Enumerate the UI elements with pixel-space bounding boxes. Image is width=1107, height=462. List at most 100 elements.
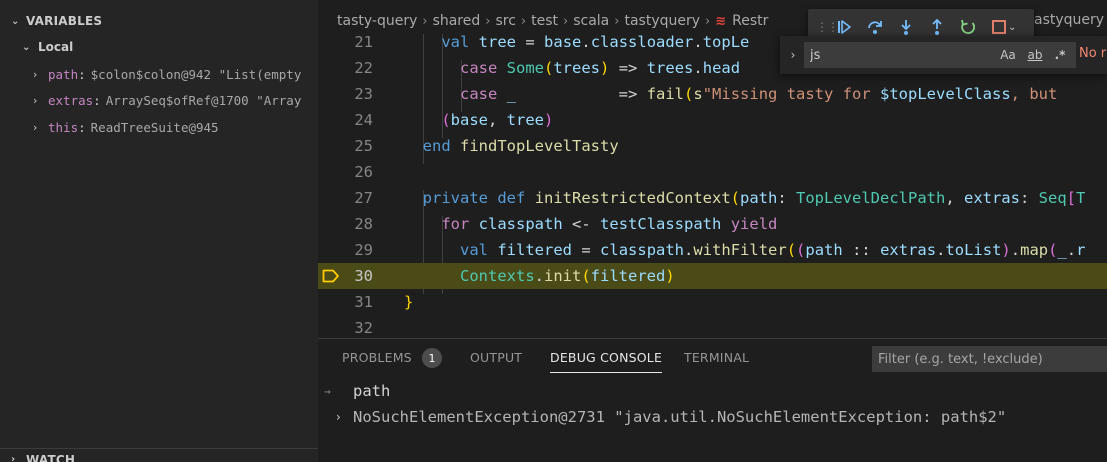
chevron-down-icon[interactable]: ⌄ [1008,22,1016,33]
tab-terminal[interactable]: TERMINAL [684,350,749,365]
line-number: 29 [354,241,373,259]
find-input[interactable] [810,42,990,68]
chevron-right-icon[interactable]: › [336,410,341,424]
whole-word-toggle[interactable]: ab [1024,46,1046,64]
line-number: 27 [354,189,373,207]
code-line: 32 [318,315,1107,338]
line-text: val filtered = classpath.withFilter((pat… [460,241,1086,259]
bottom-panel: PROBLEMS 1 OUTPUT DEBUG CONSOLE TERMINAL… [318,338,1107,462]
find-widget: › Aa ab .* No r [780,36,1107,74]
code-line: 28 for classpath <- testClasspath yield [318,211,1107,237]
line-number: 26 [354,163,373,181]
console-filter-input[interactable] [873,347,1106,371]
code-line: 23 case _ => fail(s"Missing tasty for $t… [318,81,1107,107]
line-number: 22 [354,59,373,77]
line-text: end findTopLevelTasty [422,137,619,155]
variable-row-path[interactable]: › path: $colon$colon@942 "List(empty [33,64,318,84]
tab-debug-console[interactable]: DEBUG CONSOLE [550,350,663,373]
tab-output[interactable]: OUTPUT [470,350,522,365]
variable-value: ArraySeq$ofRef@1700 "Array [105,92,302,108]
breadcrumb-item[interactable]: tastyquery [624,13,700,29]
line-number: 25 [354,137,373,155]
line-number: 23 [354,85,373,103]
problems-count-badge: 1 [422,348,442,368]
breadcrumb-item[interactable]: src [495,13,515,29]
panel-tabs: PROBLEMS 1 OUTPUT DEBUG CONSOLE TERMINAL [318,339,1107,377]
find-result-count: No r [1079,46,1107,61]
tab-problems[interactable]: PROBLEMS [342,350,412,365]
code-line: 24 (base, tree) [318,107,1107,133]
variable-value: ReadTreeSuite@945 [90,119,219,135]
stop-icon [991,20,1006,34]
variable-row-extras[interactable]: › extras: ArraySeq$ofRef@1700 "Array [33,90,318,110]
chevron-right-icon: › [33,67,38,81]
line-number: 31 [354,293,373,311]
line-number: 32 [354,319,373,337]
variable-name: extras [48,92,94,108]
step-out-icon [931,18,942,35]
line-text: val tree = base.classloader.topLe [441,34,750,51]
line-number: 24 [354,111,373,129]
line-text: for classpath <- testClasspath yield [441,215,778,233]
current-stack-frame-arrow-icon[interactable] [322,269,340,283]
console-filter-box [872,346,1107,372]
chevron-down-icon: ⌄ [22,41,31,53]
chevron-right-icon[interactable]: › [786,46,800,64]
chevron-right-icon: › [33,93,38,107]
match-case-toggle[interactable]: Aa [998,46,1018,64]
breadcrumb-item[interactable]: tasty-query [337,13,417,29]
code-editor[interactable]: 21 val tree = base.classloader.topLe 22 … [318,34,1107,338]
variable-name: this [48,119,79,135]
line-text: (base, tree) [441,111,554,129]
regex-toggle[interactable]: .* [1050,46,1070,64]
debug-sidebar: ⌄ VARIABLES ⌄ Local › path: $colon$colon… [0,0,318,462]
breadcrumb-item[interactable]: shared [433,13,481,29]
chevron-right-icon: › [11,454,16,462]
variable-name: path [48,66,79,82]
current-execution-line: 30 Contexts.init(filtered) [318,263,1107,289]
step-into-icon [900,20,911,35]
scope-local[interactable]: ⌄ Local [22,37,73,57]
variable-value: $colon$colon@942 "List(empty [90,66,302,82]
chevron-right-icon: › [485,13,491,29]
console-output-line[interactable]: › NoSuchElementException@2731 "java.util… [318,405,1107,429]
variables-title: VARIABLES [26,14,103,28]
restart-icon [960,19,975,34]
scope-label: Local [38,40,74,54]
variables-section-header[interactable]: ⌄ VARIABLES [0,10,318,32]
console-input-line: → path [318,379,1107,403]
chevron-right-icon: › [422,13,428,29]
line-text: Contexts.init(filtered) [460,267,675,285]
find-input-box: Aa ab .* [804,42,1076,68]
line-text: case Some(trees) => trees.head [460,59,741,77]
input-arrow-icon: → [324,384,331,398]
code-line: 26 [318,159,1107,185]
line-text: case _ => fail(s"Missing tasty for $topL… [460,85,1058,103]
chevron-right-icon: › [563,13,569,29]
code-line: 31 } [318,289,1107,315]
watch-title: WATCH [26,452,76,462]
scala-file-icon: ≋ [715,13,727,29]
drag-handle-icon[interactable]: ⋮⋮ [816,20,839,34]
step-over-icon [867,21,882,34]
breadcrumb-item[interactable]: Restr [732,13,768,29]
code-line: 25 end findTopLevelTasty [318,133,1107,159]
breadcrumb-item[interactable]: astyquery [1034,12,1104,28]
console-output-text: NoSuchElementException@2731 "java.util.N… [353,408,1007,426]
chevron-right-icon: › [33,120,38,134]
chevron-right-icon: › [705,13,711,29]
line-text: private def initRestrictedContext(path: … [422,189,1086,207]
line-number: 21 [354,34,373,51]
variable-row-this[interactable]: › this: ReadTreeSuite@945 [33,117,318,137]
line-text: } [404,293,414,311]
breadcrumb-item[interactable]: test [531,13,558,29]
chevron-down-icon: ⌄ [11,15,20,27]
watch-section-header[interactable]: › WATCH [0,448,318,462]
console-input-text: path [353,382,391,400]
breadcrumb-item[interactable]: scala [573,13,609,29]
continue-icon [837,20,851,34]
debug-console-output[interactable]: → path › NoSuchElementException@2731 "ja… [318,377,1107,462]
line-number: 28 [354,215,373,233]
code-line: 29 val filtered = classpath.withFilter((… [318,237,1107,263]
chevron-right-icon: › [614,13,620,29]
